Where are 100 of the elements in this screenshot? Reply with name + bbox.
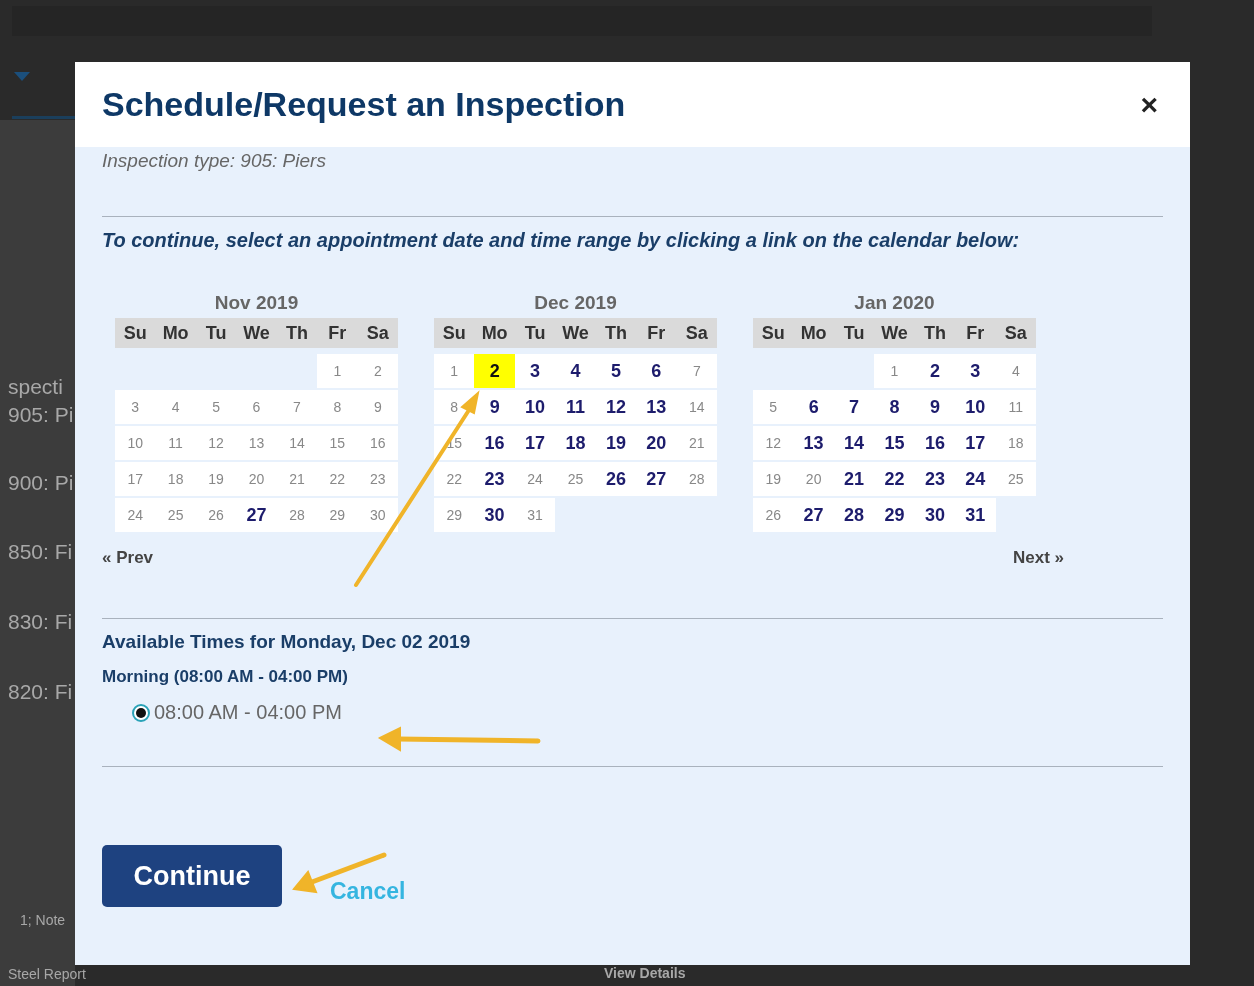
calendar-day: 8	[317, 390, 358, 424]
calendar-day: 30	[357, 498, 398, 532]
calendar-day-link[interactable]: 27	[793, 498, 834, 532]
calendar-day-link[interactable]: 9	[914, 390, 956, 424]
calendar-day-link[interactable]: 31	[955, 498, 996, 532]
calendar-day: 15	[317, 426, 358, 460]
weekday-label: Th	[603, 322, 628, 344]
calendar-day: 20	[236, 462, 277, 496]
calendar-day-link[interactable]: 30	[474, 498, 515, 532]
calendar-day: 20	[793, 462, 834, 496]
calendar-day-link[interactable]: 30	[914, 498, 956, 532]
weekday-label: Tu	[523, 322, 547, 344]
calendar-day-link[interactable]: 13	[793, 426, 834, 460]
calendar-day-link[interactable]: 23	[914, 462, 956, 496]
calendar-day: 21	[676, 426, 717, 460]
weekday-label: Mo	[161, 322, 190, 344]
weekday-label: Mo	[480, 322, 509, 344]
calendar-day: 25	[155, 498, 196, 532]
month-title: Nov 2019	[213, 292, 300, 314]
weekday-label: We	[880, 322, 909, 344]
calendar-day-link[interactable]: 21	[833, 462, 875, 496]
calendar-day-link[interactable]: 27	[236, 498, 277, 532]
calendar-day: 19	[195, 462, 237, 496]
weekday-label: Sa	[365, 322, 390, 344]
calendar-day: 12	[195, 426, 237, 460]
calendar-day-link[interactable]: 15	[874, 426, 915, 460]
calendar-day: 1	[317, 354, 358, 388]
calendar-day-link[interactable]: 16	[914, 426, 956, 460]
calendar-day-link[interactable]: 16	[474, 426, 515, 460]
calendar-day-link[interactable]: 10	[955, 390, 996, 424]
calendar-day: 25	[555, 462, 596, 496]
calendar-day-link[interactable]: 17	[955, 426, 996, 460]
radio-button[interactable]	[132, 703, 150, 722]
calendar-day-link[interactable]: 19	[595, 426, 637, 460]
calendar-day-link[interactable]: 17	[514, 426, 556, 460]
calendar-day-link[interactable]: 22	[874, 462, 915, 496]
calendar-day: 11	[995, 390, 1036, 424]
calendar-day: 4	[995, 354, 1036, 388]
calendar-day-link[interactable]: 20	[636, 426, 677, 460]
calendar-day-link[interactable]: 5	[595, 354, 637, 388]
calendar-day-link[interactable]: 13	[636, 390, 677, 424]
calendar-day-link[interactable]: 2	[474, 354, 515, 388]
calendar-day: 14	[276, 426, 318, 460]
prev-link[interactable]: « Prev	[102, 548, 154, 568]
calendar-day-link[interactable]: 6	[793, 390, 834, 424]
calendar-day: 16	[357, 426, 398, 460]
weekday-label: Su	[122, 322, 148, 344]
weekday-label: Th	[284, 322, 309, 344]
calendar-day-link[interactable]: 18	[555, 426, 596, 460]
calendar-day: 1	[874, 354, 915, 388]
background-text: Steel Report	[8, 966, 86, 982]
calendar-day: 22	[434, 462, 475, 496]
calendar-day-link[interactable]: 11	[555, 390, 596, 424]
calendar-day-link[interactable]: 14	[833, 426, 875, 460]
calendar-day-link[interactable]: 12	[595, 390, 637, 424]
month-title: Jan 2020	[853, 292, 936, 314]
calendar-day: 13	[236, 426, 277, 460]
calendar-day: 10	[115, 426, 156, 460]
calendar-day: 28	[276, 498, 318, 532]
calendar-day: 28	[676, 462, 717, 496]
calendar-day-link[interactable]: 8	[874, 390, 915, 424]
calendar-day-link[interactable]: 6	[636, 354, 677, 388]
dialog-title: Schedule/Request an Inspection	[102, 85, 626, 124]
background-text: 900: Pi	[8, 471, 74, 495]
calendar-day: 21	[276, 462, 318, 496]
calendar-day: 7	[676, 354, 717, 388]
calendar-day: 2	[357, 354, 398, 388]
calendar-day-link[interactable]: 23	[474, 462, 515, 496]
calendar-day: 9	[357, 390, 398, 424]
calendar-day-link[interactable]: 9	[474, 390, 515, 424]
time-slot-label[interactable]: 08:00 AM - 04:00 PM	[154, 701, 342, 724]
calendar-day: 22	[317, 462, 358, 496]
instruction-text: To continue, select an appointment date and time range by clicking a link on the calendar below:	[102, 229, 1021, 252]
calendar-day-link[interactable]: 4	[555, 354, 596, 388]
background-text: 830: Fi	[8, 610, 73, 634]
calendar-day: 17	[115, 462, 156, 496]
background-text: 905: Pi	[8, 403, 74, 427]
calendar-day-link[interactable]: 7	[833, 390, 875, 424]
next-link[interactable]: Next »	[1012, 548, 1064, 568]
background-text: View Details	[604, 965, 686, 981]
weekday-label: We	[561, 322, 590, 344]
calendar-day-link[interactable]: 29	[874, 498, 915, 532]
calendar-day: 19	[753, 462, 794, 496]
calendar-day-link[interactable]: 28	[833, 498, 875, 532]
calendar-day-link[interactable]: 27	[636, 462, 677, 496]
calendar-day: 3	[115, 390, 156, 424]
time-group-label: Morning (08:00 AM - 04:00 PM)	[102, 667, 349, 687]
weekday-label: Fr	[646, 322, 667, 344]
close-button[interactable]: ×	[1140, 87, 1158, 122]
background-text: 820: Fi	[8, 680, 73, 704]
weekday-label: Su	[760, 322, 786, 344]
calendar-day-link[interactable]: 24	[955, 462, 996, 496]
calendar-day-link[interactable]: 10	[514, 390, 556, 424]
calendar-day-link[interactable]: 3	[514, 354, 556, 388]
calendar-day-link[interactable]: 26	[595, 462, 637, 496]
calendar-day: 29	[434, 498, 475, 532]
calendar-day-link[interactable]: 2	[914, 354, 956, 388]
calendar-day-link[interactable]: 3	[955, 354, 996, 388]
continue-button[interactable]: Continue	[102, 845, 282, 907]
calendar-day: 12	[753, 426, 794, 460]
